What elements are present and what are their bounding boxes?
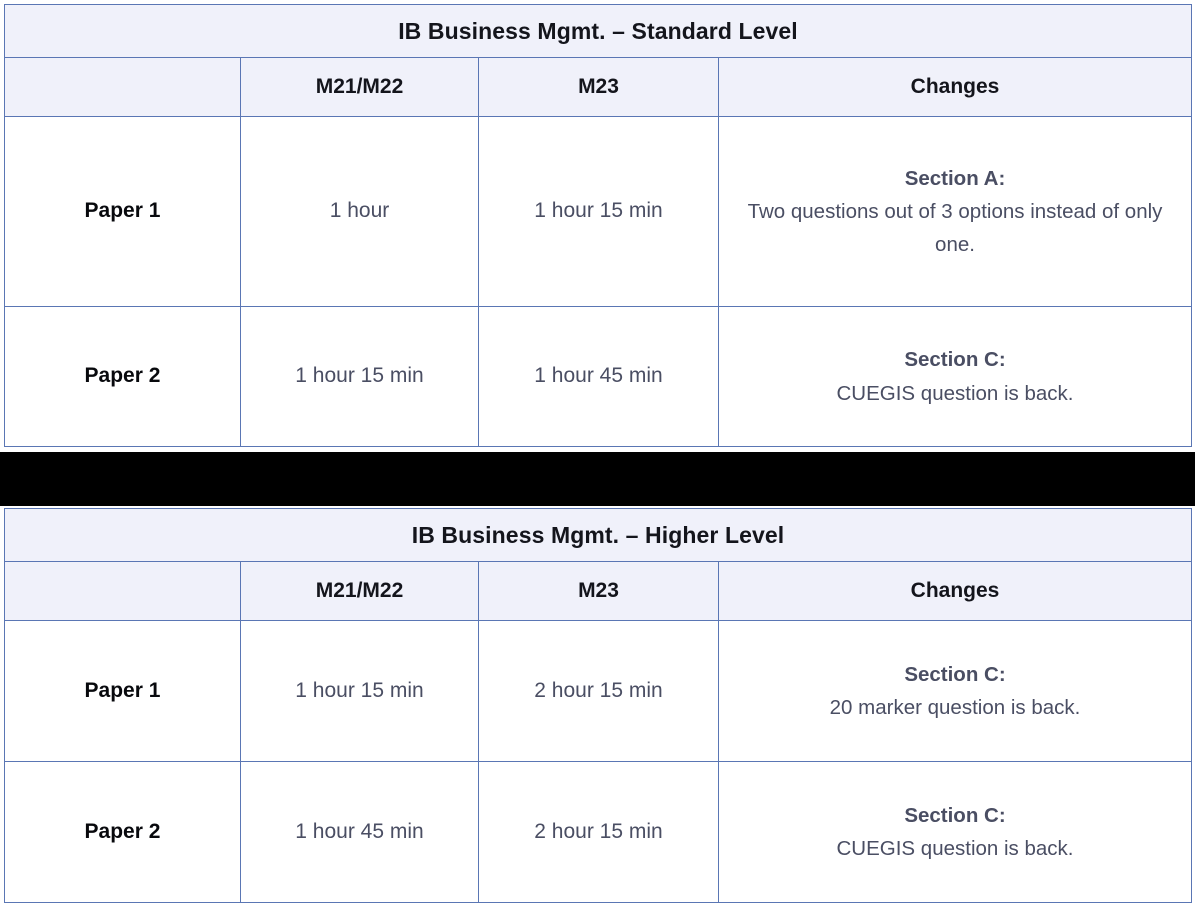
changes-heading: Section C: xyxy=(904,348,1006,372)
table-row: Paper 1 1 hour 1 hour 15 min Section A: … xyxy=(4,116,1192,307)
column-header-m23: M23 xyxy=(478,57,719,117)
column-header-changes: Changes xyxy=(718,57,1192,117)
cell-m21-m22-duration: 1 hour xyxy=(240,116,479,307)
changes-body: Two questions out of 3 options instead o… xyxy=(747,199,1163,257)
table-header-row: M21/M22 M23 Changes xyxy=(4,57,1192,117)
exam-changes-comparison-page: IB Business Mgmt. – Standard Level M21/M… xyxy=(0,0,1195,909)
column-header-blank xyxy=(4,561,241,621)
changes-heading: Section A: xyxy=(904,166,1006,190)
standard-level-table: IB Business Mgmt. – Standard Level M21/M… xyxy=(4,4,1192,447)
changes-body: CUEGIS question is back. xyxy=(836,837,1074,860)
column-header-m23: M23 xyxy=(478,561,719,621)
cell-m23-duration: 2 hour 15 min xyxy=(478,761,719,903)
column-header-m21-m22: M21/M22 xyxy=(240,561,479,621)
cell-m21-m22-duration: 1 hour 15 min xyxy=(240,306,479,447)
higher-level-table-wrapper: IB Business Mgmt. – Higher Level M21/M22… xyxy=(3,508,1193,903)
cell-m23-duration: 1 hour 15 min xyxy=(478,116,719,307)
column-header-blank xyxy=(4,57,241,117)
cell-changes: Section C: 20 marker question is back. xyxy=(717,620,1193,762)
column-header-changes: Changes xyxy=(717,561,1193,621)
column-header-m21-m22: M21/M22 xyxy=(240,57,479,117)
changes-body: CUEGIS question is back. xyxy=(836,381,1074,405)
standard-level-table-wrapper: IB Business Mgmt. – Standard Level M21/M… xyxy=(4,4,1192,447)
cell-m23-duration: 1 hour 45 min xyxy=(478,306,719,447)
higher-level-table: IB Business Mgmt. – Higher Level M21/M22… xyxy=(3,508,1193,903)
black-separator-band xyxy=(0,452,1195,506)
standard-level-title: IB Business Mgmt. – Standard Level xyxy=(4,4,1192,58)
table-row: Paper 2 1 hour 45 min 2 hour 15 min Sect… xyxy=(4,761,1193,903)
row-label-paper-1: Paper 1 xyxy=(4,620,241,762)
cell-m21-m22-duration: 1 hour 15 min xyxy=(240,620,479,762)
cell-m21-m22-duration: 1 hour 45 min xyxy=(240,761,479,903)
changes-body: 20 marker question is back. xyxy=(829,696,1081,719)
higher-level-title: IB Business Mgmt. – Higher Level xyxy=(3,508,1193,562)
cell-changes: Section A: Two questions out of 3 option… xyxy=(718,116,1192,307)
cell-m23-duration: 2 hour 15 min xyxy=(478,620,719,762)
table-row: Paper 1 1 hour 15 min 2 hour 15 min Sect… xyxy=(4,620,1193,762)
table-header-row: M21/M22 M23 Changes xyxy=(4,561,1193,621)
cell-changes: Section C: CUEGIS question is back. xyxy=(718,306,1192,447)
row-label-paper-2: Paper 2 xyxy=(4,306,241,447)
changes-heading: Section C: xyxy=(904,803,1006,827)
row-label-paper-1: Paper 1 xyxy=(4,116,241,307)
cell-changes: Section C: CUEGIS question is back. xyxy=(717,761,1193,903)
changes-heading: Section C: xyxy=(904,662,1006,686)
table-title-row: IB Business Mgmt. – Higher Level xyxy=(3,508,1193,562)
table-title-row: IB Business Mgmt. – Standard Level xyxy=(4,4,1192,58)
row-label-paper-2: Paper 2 xyxy=(4,761,241,903)
table-row: Paper 2 1 hour 15 min 1 hour 45 min Sect… xyxy=(4,306,1192,447)
